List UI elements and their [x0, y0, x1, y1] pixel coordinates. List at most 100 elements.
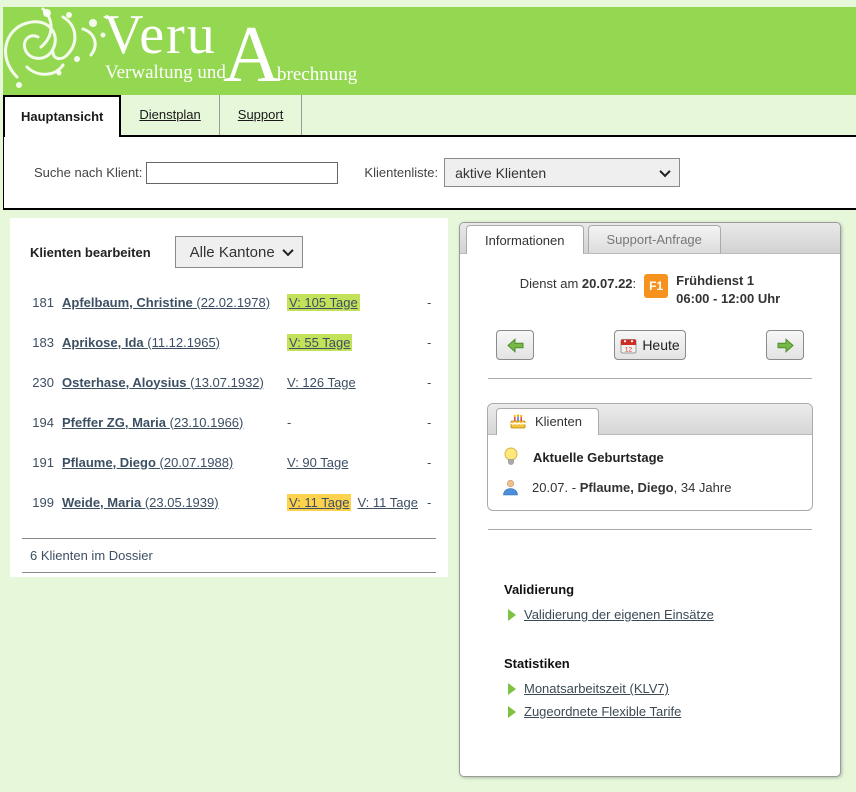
client-tage-link[interactable]: V: 105 Tage: [287, 294, 360, 311]
tab-dienstplan[interactable]: Dienstplan: [121, 95, 219, 135]
tab-hauptansicht[interactable]: Hauptansicht: [3, 95, 121, 137]
client-birthdate-link[interactable]: (23.10.1966): [170, 415, 244, 430]
klienten-box-header: Klienten: [488, 404, 812, 435]
birthday-cake-icon: [509, 413, 527, 429]
today-button[interactable]: 12 Heute: [614, 330, 686, 360]
birthday-heading-row: Aktuelle Geburtstage: [502, 447, 798, 467]
client-name-link[interactable]: Aprikose, Ida: [62, 335, 147, 350]
validierung-section: Validierung Validierung der eigenen Eins…: [504, 582, 840, 622]
info-panel-tabs: InformationenSupport-Anfrage: [460, 223, 840, 254]
client-tage-cell: V: 90 Tage: [287, 455, 427, 470]
client-id: 183: [22, 335, 62, 350]
dienst-label: Dienst am 20.07.22:: [520, 272, 636, 291]
search-client-input[interactable]: [146, 162, 338, 184]
green-triangle-icon: [508, 683, 516, 695]
client-name-link[interactable]: Weide, Maria: [62, 495, 145, 510]
client-panel: Klienten bearbeiten Alle Kantone 181Apfe…: [10, 218, 448, 577]
client-tage-cell: V: 55 Tage: [287, 335, 427, 350]
panel-link-zugeordnete-flexible-tarife[interactable]: Zugeordnete Flexible Tarife: [524, 704, 681, 719]
birthday-heading: Aktuelle Geburtstage: [533, 450, 664, 465]
client-name-link[interactable]: Pfeffer ZG, Maria: [62, 415, 170, 430]
arrow-right-icon: [777, 338, 794, 353]
client-name-cell: Pfeffer ZG, Maria (23.10.1966): [62, 415, 287, 430]
tab-informationen[interactable]: Informationen: [466, 225, 584, 254]
client-id: 194: [22, 415, 62, 430]
client-tage-link[interactable]: V: 90 Tage: [287, 455, 348, 470]
client-id: 230: [22, 375, 62, 390]
chevron-down-icon: [282, 245, 293, 256]
tab-support-anfrage[interactable]: Support-Anfrage: [588, 225, 721, 253]
green-triangle-icon: [508, 706, 516, 718]
birthday-entry: 20.07. - Pflaume, Diego, 34 Jahre: [532, 480, 731, 495]
arrow-left-icon: [507, 338, 524, 353]
client-tage-cell: V: 126 Tage: [287, 375, 427, 390]
client-birthdate-link[interactable]: (22.02.1978): [196, 295, 270, 310]
tab-klienten[interactable]: Klienten: [496, 408, 599, 435]
client-tage-link[interactable]: V: 11 Tage: [287, 494, 351, 511]
client-id: 191: [22, 455, 62, 470]
client-panel-title: Klienten bearbeiten: [30, 245, 151, 260]
client-row: 230Osterhase, Aloysius (13.07.1932)V: 12…: [22, 362, 436, 402]
client-name-cell: Aprikose, Ida (11.12.1965): [62, 335, 287, 350]
client-name-link[interactable]: Osterhase, Aloysius: [62, 375, 190, 390]
date-nav-row: 12 Heute: [496, 330, 804, 360]
client-list-divider-bottom: [22, 572, 436, 573]
kantone-selected-value: Alle Kantone: [190, 244, 275, 261]
klientenliste-label: Klientenliste:: [364, 165, 438, 180]
calendar-icon: 12: [620, 337, 637, 354]
klientenliste-select[interactable]: aktive Klienten: [444, 158, 680, 187]
dienst-date: 20.07.22: [582, 276, 633, 291]
logo-big-letter: A: [223, 15, 281, 95]
shift-badge: F1: [644, 274, 668, 298]
next-day-button[interactable]: [766, 330, 804, 360]
kantone-select[interactable]: Alle Kantone: [175, 236, 303, 268]
previous-day-button[interactable]: [496, 330, 534, 360]
logo-subtitle-right: brechnung: [277, 64, 357, 86]
dienst-row: Dienst am 20.07.22: F1 Frühdienst 1 06:0…: [460, 272, 840, 308]
client-name-link[interactable]: Apfelbaum, Christine: [62, 295, 196, 310]
client-count-label: 6 Klienten im Dossier: [22, 539, 436, 572]
client-name-cell: Osterhase, Aloysius (13.07.1932): [62, 375, 287, 390]
person-icon: [502, 479, 519, 496]
client-birthdate-link[interactable]: (11.12.1965): [147, 335, 220, 350]
panel-link-monatsarbeitszeit-klv7[interactable]: Monatsarbeitszeit (KLV7): [524, 681, 669, 696]
link-row: Zugeordnete Flexible Tarife: [508, 704, 840, 719]
client-trailing-dash: -: [427, 415, 439, 430]
search-section: Suche nach Klient: Klientenliste: aktive…: [3, 137, 856, 210]
birthday-entry-row: 20.07. - Pflaume, Diego, 34 Jahre: [502, 479, 798, 496]
client-row: 199Weide, Maria (23.05.1939) V: 11 Tage V:…: [22, 482, 436, 522]
panel-link-validierung-der-eigenen-eins-tze[interactable]: Validierung der eigenen Einsätze: [524, 607, 714, 622]
client-tage-empty: -: [287, 415, 291, 430]
client-row: 183Aprikose, Ida (11.12.1965)V: 55 Tage-: [22, 322, 436, 362]
info-panel: InformationenSupport-Anfrage Dienst am 2…: [459, 222, 841, 777]
client-name-cell: Pflaume, Diego (20.07.1988): [62, 455, 287, 470]
client-tage-link[interactable]: V: 11 Tage: [357, 495, 417, 510]
link-row: Monatsarbeitszeit (KLV7): [508, 681, 840, 696]
chevron-down-icon: [659, 165, 670, 176]
validierung-heading: Validierung: [504, 582, 840, 597]
client-name-link[interactable]: Pflaume, Diego: [62, 455, 160, 470]
client-birthdate-link[interactable]: (23.05.1939): [145, 495, 219, 510]
client-trailing-dash: -: [427, 375, 439, 390]
shift-name: Frühdienst 1: [676, 273, 754, 288]
client-id: 199: [22, 495, 62, 510]
client-row: 194Pfeffer ZG, Maria (23.10.1966)--: [22, 402, 436, 442]
birthday-person-name: Pflaume, Diego: [580, 480, 674, 495]
client-birthdate-link[interactable]: (13.07.1932): [190, 375, 264, 390]
tab-support[interactable]: Support: [220, 95, 303, 135]
client-tage-cell: V: 105 Tage: [287, 295, 427, 310]
validierung-links: Validierung der eigenen Einsätze: [504, 607, 840, 622]
shift-time: 06:00 - 12:00 Uhr: [676, 291, 780, 306]
client-name-cell: Apfelbaum, Christine (22.02.1978): [62, 295, 287, 310]
klienten-tab-label: Klienten: [535, 414, 582, 429]
client-list: 181Apfelbaum, Christine (22.02.1978)V: 1…: [22, 282, 436, 522]
client-birthdate-link[interactable]: (20.07.1988): [160, 455, 234, 470]
search-client-label: Suche nach Klient:: [34, 165, 142, 180]
client-tage-link[interactable]: V: 126 Tage: [287, 375, 356, 390]
klienten-box: Klienten Aktuelle Geburtstage: [487, 403, 813, 511]
klientenliste-selected-value: aktive Klienten: [455, 165, 546, 181]
statistiken-heading: Statistiken: [504, 656, 840, 671]
app-logo: Veru A Verwaltung und brechnung: [103, 7, 443, 95]
statistiken-links: Monatsarbeitszeit (KLV7) Zugeordnete Flex…: [504, 681, 840, 719]
client-tage-link[interactable]: V: 55 Tage: [287, 334, 352, 351]
